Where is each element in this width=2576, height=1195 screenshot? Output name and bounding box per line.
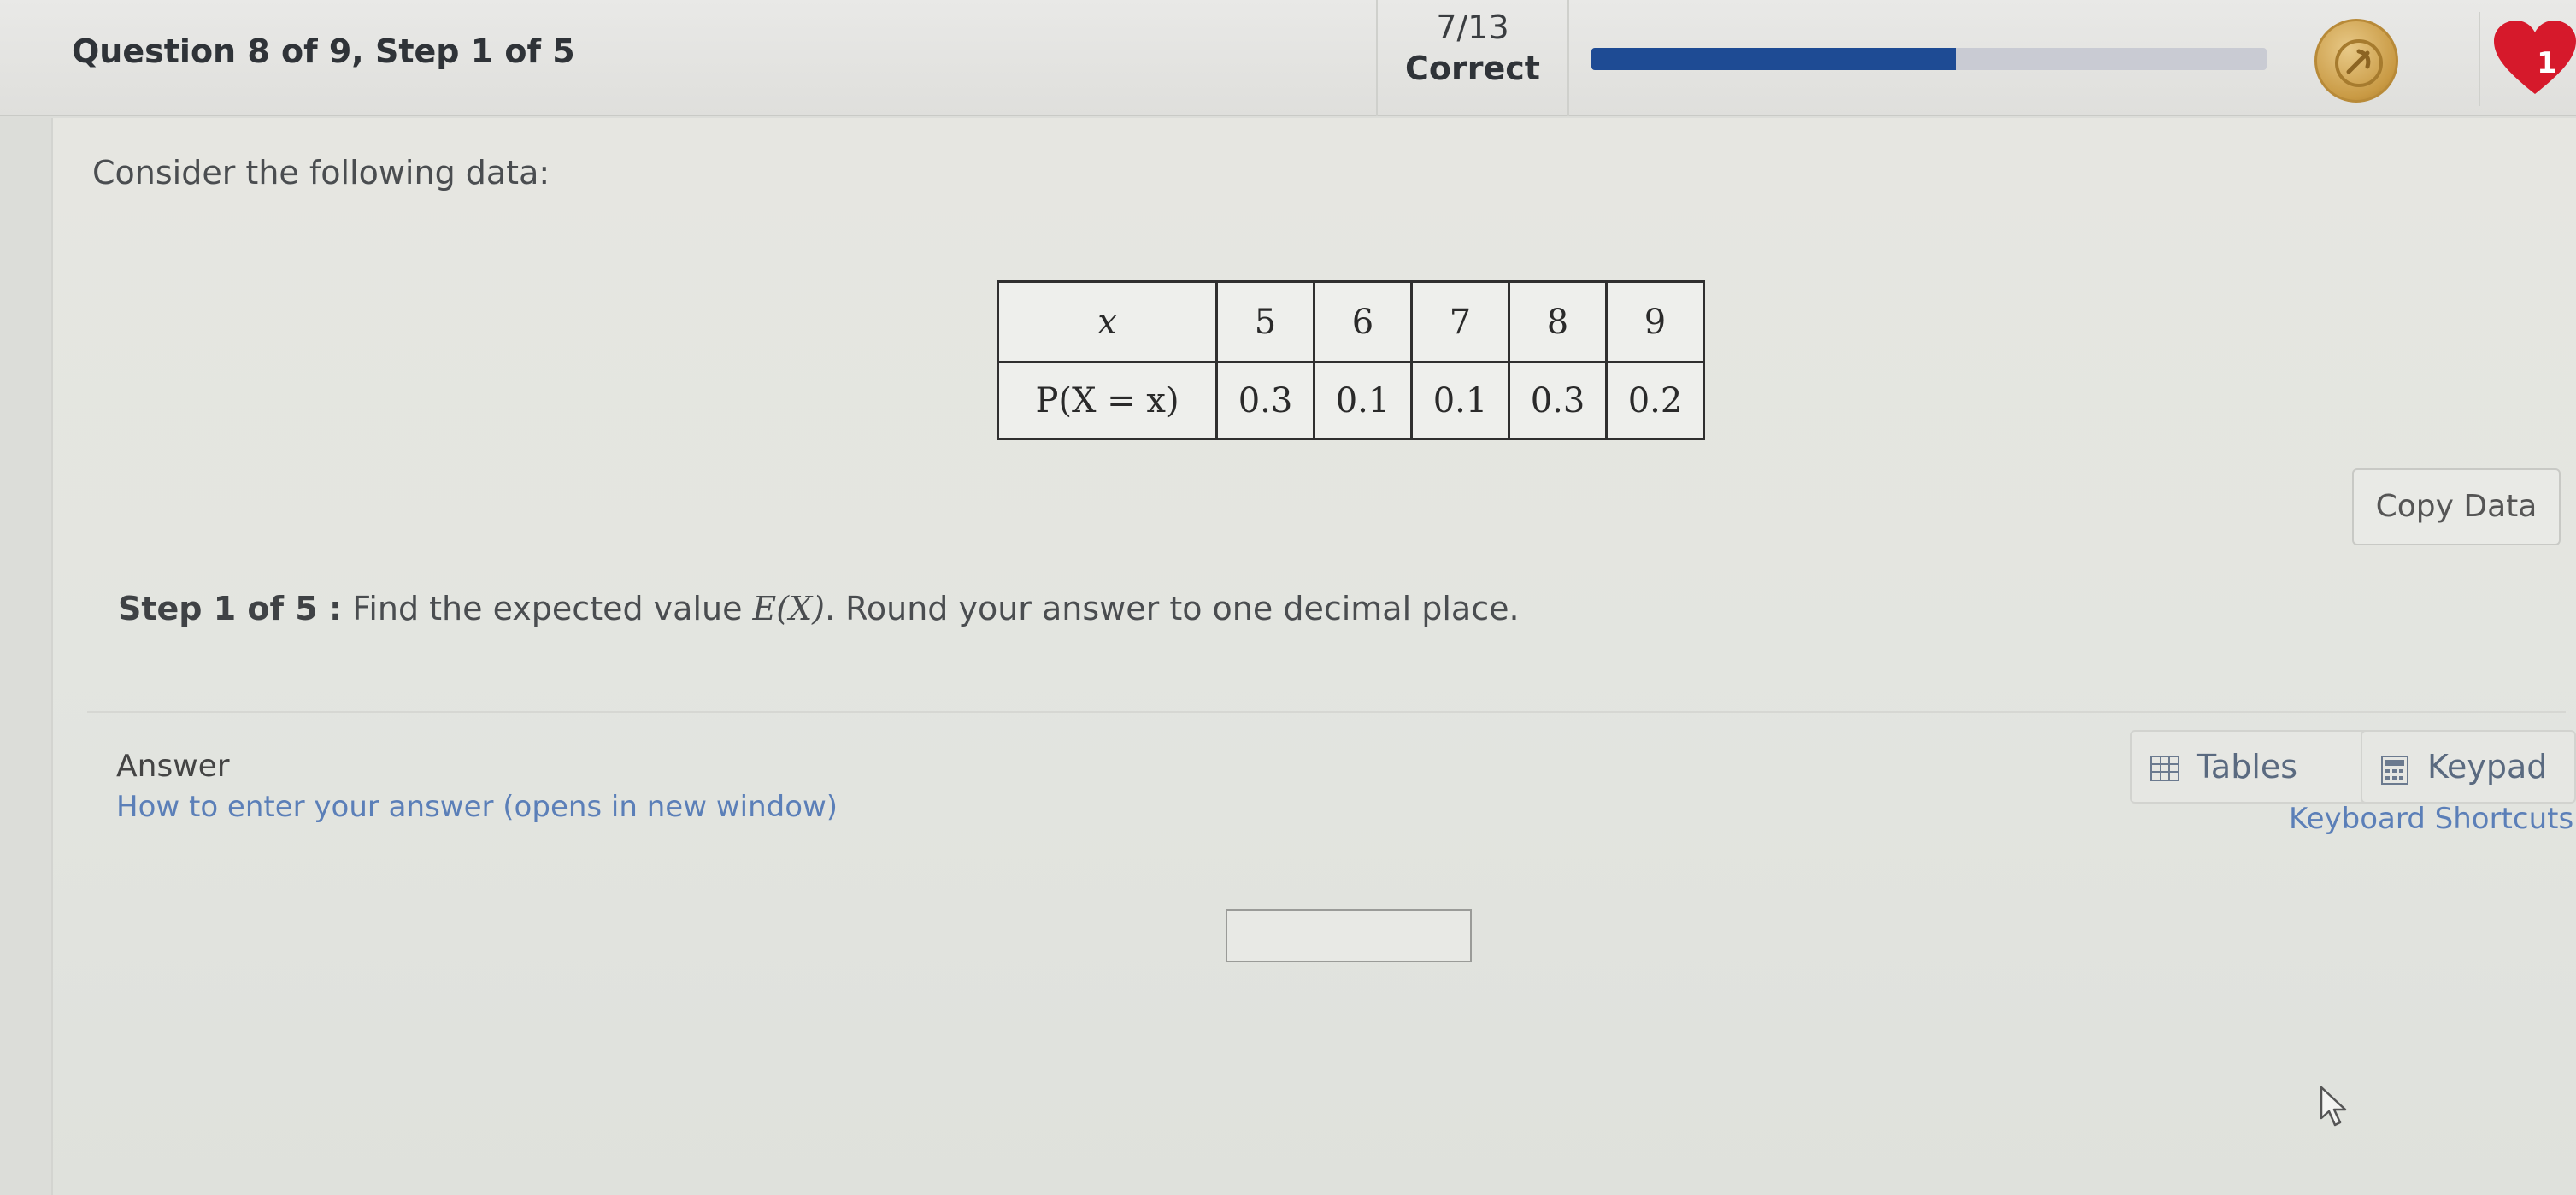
calculator-icon (2381, 756, 2408, 785)
step-label: Step 1 of 5 : (118, 590, 343, 627)
keypad-label: Keypad (2427, 748, 2548, 786)
keyboard-shortcuts-link[interactable]: Keyboard Shortcuts (2289, 802, 2573, 836)
app-root: Question 8 of 9, Step 1 of 5 7/13 Correc… (0, 0, 2576, 1195)
question-progress-title: Question 8 of 9, Step 1 of 5 (72, 32, 575, 70)
score-label: Correct (1405, 50, 1540, 87)
tables-label: Tables (2197, 748, 2298, 786)
table-cell-probability: 0.3 (1508, 361, 1608, 440)
copy-data-button[interactable]: Copy Data (2352, 468, 2561, 545)
table-cell-x: 7 (1410, 280, 1510, 363)
step-instruction: Step 1 of 5 : Find the expected value E(… (118, 590, 1520, 627)
table-icon (2150, 756, 2179, 781)
progress-bar (1591, 48, 2267, 70)
keypad-button[interactable]: Keypad (2361, 730, 2576, 804)
table-row-x: x 5 6 7 8 9 (997, 280, 1705, 363)
table-cell-x: 8 (1508, 280, 1608, 363)
table-cell-probability: 0.2 (1605, 361, 1705, 440)
lives-count: 1 (2537, 46, 2557, 80)
table-cell-x: 5 (1215, 280, 1315, 363)
top-bar: Question 8 of 9, Step 1 of 5 7/13 Correc… (0, 0, 2576, 116)
table-cell-x: 9 (1605, 280, 1705, 363)
question-panel: Consider the following data: x 5 6 7 8 9… (51, 118, 2576, 1195)
table-header-probability: P(X = x) (997, 361, 1218, 440)
coin-button[interactable] (2314, 19, 2398, 103)
probability-table: x 5 6 7 8 9 P(X = x) 0.3 0.1 0.1 0.3 0.2 (997, 280, 1705, 440)
table-cell-x: 6 (1313, 280, 1413, 363)
progress-bar-fill (1591, 48, 1956, 70)
answer-label: Answer (116, 749, 230, 784)
table-cell-probability: 0.1 (1410, 361, 1510, 440)
table-row-probability: P(X = x) 0.3 0.1 0.1 0.3 0.2 (997, 361, 1705, 440)
score-value: 7/13 (1436, 9, 1509, 46)
step-text-end: . Round your answer to one decimal place… (825, 590, 1520, 627)
table-header-x: x (997, 280, 1218, 363)
step-text: Find the expected value (342, 590, 753, 627)
question-intro: Consider the following data: (92, 154, 550, 191)
coin-icon (2335, 39, 2383, 87)
table-cell-probability: 0.1 (1313, 361, 1413, 440)
tables-button[interactable]: Tables (2130, 730, 2386, 804)
mouse-cursor-icon (2320, 1086, 2347, 1127)
answer-help-link[interactable]: How to enter your answer (opens in new w… (116, 790, 838, 824)
section-divider (87, 711, 2566, 713)
table-cell-probability: 0.3 (1215, 361, 1315, 440)
answer-input[interactable] (1226, 909, 1472, 962)
step-math: E(X) (752, 590, 825, 627)
lives-indicator: 1 (2479, 12, 2576, 106)
score-panel: 7/13 Correct (1376, 0, 1569, 116)
